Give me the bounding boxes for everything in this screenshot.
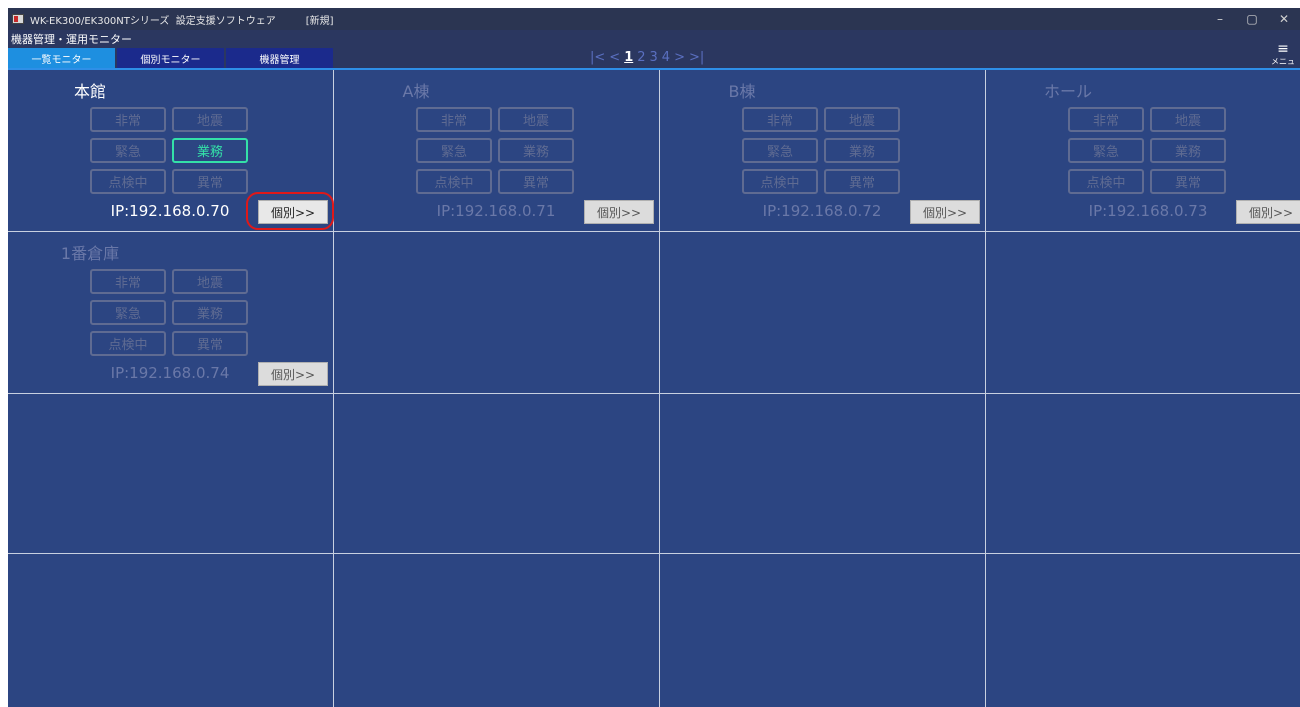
status-emergency: 非常 xyxy=(416,107,492,132)
device-panel: 1番倉庫非常 地震 緊急 業務 点検中 異常 IP:192.168.0.74 個別>> xyxy=(8,232,334,394)
status-business: 業務 xyxy=(824,138,900,163)
device-name: ホール xyxy=(1043,82,1092,101)
status-urgent: 緊急 xyxy=(742,138,818,163)
status-urgent: 緊急 xyxy=(416,138,492,163)
device-panel xyxy=(986,394,1300,554)
status-error: 異常 xyxy=(172,331,248,356)
pager-first[interactable]: |< xyxy=(590,50,605,65)
page-title: 機器管理・運用モニター xyxy=(11,33,132,46)
status-business: 業務 xyxy=(498,138,574,163)
device-panel xyxy=(8,394,334,554)
device-name: B棟 xyxy=(728,82,756,101)
status-urgent: 緊急 xyxy=(1068,138,1144,163)
status-error: 異常 xyxy=(824,169,900,194)
pager: |< < 1 2 3 4 > >| xyxy=(590,50,704,65)
app-header: 機器管理・運用モニター 一覧モニター 個別モニター 機器管理 |< < 1 2 … xyxy=(8,30,1300,77)
device-panel: 本館非常 地震 緊急 業務 点検中 異常 IP:192.168.0.70 個別>> xyxy=(8,70,334,232)
status-business: 業務 xyxy=(172,138,248,163)
device-panel xyxy=(660,232,986,394)
device-panel xyxy=(660,554,986,707)
status-inspection: 点検中 xyxy=(90,331,166,356)
device-panel xyxy=(986,554,1300,707)
status-emergency: 非常 xyxy=(90,269,166,294)
device-name: A棟 xyxy=(402,82,430,101)
app-icon xyxy=(12,14,24,24)
device-panel xyxy=(334,232,660,394)
title-bar: WK-EK300/EK300NTシリーズ 設定支援ソフトウェア [新規] – ▢… xyxy=(8,8,1300,30)
status-error: 異常 xyxy=(1150,169,1226,194)
device-ip: IP:192.168.0.72 xyxy=(762,202,882,220)
app-window: WK-EK300/EK300NTシリーズ 設定支援ソフトウェア [新規] – ▢… xyxy=(8,8,1300,707)
tab-device-management[interactable]: 機器管理 xyxy=(226,48,333,68)
status-inspection: 点検中 xyxy=(90,169,166,194)
status-inspection: 点検中 xyxy=(416,169,492,194)
device-name: 本館 xyxy=(73,82,106,101)
pager-next[interactable]: > xyxy=(674,50,685,65)
pager-last[interactable]: >| xyxy=(689,50,704,65)
status-earthquake: 地震 xyxy=(172,107,248,132)
device-panel xyxy=(986,232,1300,394)
status-emergency: 非常 xyxy=(742,107,818,132)
document-name: [新規] xyxy=(305,15,334,27)
status-indicators: 非常 地震 緊急 業務 点検中 異常 xyxy=(416,107,574,194)
status-inspection: 点検中 xyxy=(1068,169,1144,194)
menu-icon: ≡ xyxy=(1277,41,1289,57)
status-emergency: 非常 xyxy=(1068,107,1144,132)
status-urgent: 緊急 xyxy=(90,138,166,163)
status-earthquake: 地震 xyxy=(824,107,900,132)
pager-page-3[interactable]: 3 xyxy=(650,50,658,65)
status-indicators: 非常 地震 緊急 業務 点検中 異常 xyxy=(742,107,900,194)
status-inspection: 点検中 xyxy=(742,169,818,194)
device-name: 1番倉庫 xyxy=(60,244,120,263)
status-emergency: 非常 xyxy=(90,107,166,132)
device-panel xyxy=(334,394,660,554)
status-earthquake: 地震 xyxy=(498,107,574,132)
window-title: WK-EK300/EK300NTシリーズ 設定支援ソフトウェア xyxy=(30,15,276,27)
status-business: 業務 xyxy=(172,300,248,325)
pager-prev[interactable]: < xyxy=(609,50,620,65)
status-indicators: 非常 地震 緊急 業務 点検中 異常 xyxy=(90,107,248,194)
detail-button[interactable]: 個別>> xyxy=(910,200,980,224)
minimize-button[interactable]: – xyxy=(1204,8,1236,30)
tab-individual-monitor[interactable]: 個別モニター xyxy=(117,48,224,68)
pager-page-4[interactable]: 4 xyxy=(662,50,670,65)
status-indicators: 非常 地震 緊急 業務 点検中 異常 xyxy=(90,269,248,356)
status-urgent: 緊急 xyxy=(90,300,166,325)
device-ip: IP:192.168.0.71 xyxy=(436,202,556,220)
device-grid: 本館 非常 地震 緊急 業務 点検中 異常 IP:192.168.0.70 個別>> A棟 非常 地震… xyxy=(8,70,1300,707)
device-panel: A棟非常 地震 緊急 業務 点検中 異常 IP:192.168.0.71 個別>> xyxy=(334,70,660,232)
restore-button[interactable]: ▢ xyxy=(1236,8,1268,30)
device-panel xyxy=(660,394,986,554)
device-ip: IP:192.168.0.74 xyxy=(110,364,230,382)
detail-button[interactable]: 個別>> xyxy=(258,200,328,224)
window-controls: – ▢ ✕ xyxy=(1204,8,1300,30)
tab-list-monitor[interactable]: 一覧モニター xyxy=(8,48,115,68)
pager-page-2[interactable]: 2 xyxy=(637,50,645,65)
tab-bar: 一覧モニター 個別モニター 機器管理 xyxy=(8,48,335,68)
device-panel: B棟非常 地震 緊急 業務 点検中 異常 IP:192.168.0.72 個別>> xyxy=(660,70,986,232)
status-business: 業務 xyxy=(1150,138,1226,163)
menu-button[interactable]: ≡ メニュー xyxy=(1268,41,1298,77)
device-panel xyxy=(8,554,334,707)
status-earthquake: 地震 xyxy=(172,269,248,294)
detail-button[interactable]: 個別>> xyxy=(584,200,654,224)
detail-button[interactable]: 個別>> xyxy=(1236,200,1300,224)
device-ip: IP:192.168.0.73 xyxy=(1088,202,1208,220)
status-error: 異常 xyxy=(172,169,248,194)
status-indicators: 非常 地震 緊急 業務 点検中 異常 xyxy=(1068,107,1226,194)
status-error: 異常 xyxy=(498,169,574,194)
pager-page-1[interactable]: 1 xyxy=(624,50,633,65)
device-panel: ホール非常 地震 緊急 業務 点検中 異常 IP:192.168.0.73 個別>> xyxy=(986,70,1300,232)
close-button[interactable]: ✕ xyxy=(1268,8,1300,30)
device-ip: IP:192.168.0.70 xyxy=(110,202,230,220)
status-earthquake: 地震 xyxy=(1150,107,1226,132)
detail-button[interactable]: 個別>> xyxy=(258,362,328,386)
device-panel xyxy=(334,554,660,707)
